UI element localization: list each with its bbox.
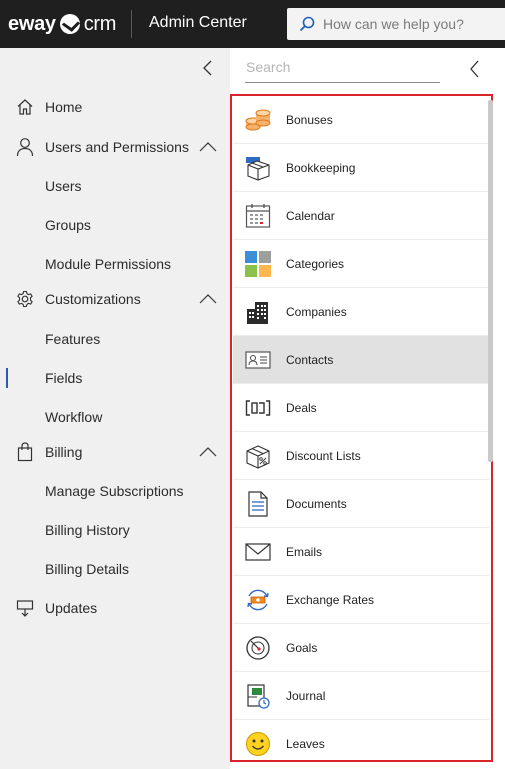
target-icon [246, 636, 270, 660]
help-search-input[interactable]: How can we help you? [287, 8, 505, 40]
building-icon [247, 302, 268, 324]
nav-item-billing[interactable]: Billing [0, 437, 230, 467]
list-item-label: Documents [286, 497, 347, 511]
nav-label-module-permissions: Module Permissions [45, 256, 172, 272]
list-item-label: Bookkeeping [286, 161, 356, 175]
left-navigation: Home Users and Permissions Users Groups … [0, 48, 230, 769]
help-search-placeholder: How can we help you? [323, 16, 464, 32]
list-item-label: Deals [286, 401, 317, 415]
list-item-deals[interactable]: Deals [233, 384, 489, 432]
list-item-emails[interactable]: Emails [233, 528, 489, 576]
document-icon [248, 491, 268, 517]
list-item-label: Leaves [286, 737, 325, 751]
nav-item-updates[interactable]: Updates [0, 593, 230, 623]
list-item-label: Categories [286, 257, 345, 271]
exchange-icon [247, 589, 269, 611]
nav-item-fields[interactable]: Fields [0, 363, 230, 393]
module-search-input[interactable]: Search [245, 56, 440, 83]
nav-label-billing-history: Billing History [45, 522, 130, 538]
box-icon [246, 157, 270, 181]
nav-item-home[interactable]: Home [0, 92, 230, 122]
nav-label-fields: Fields [45, 370, 83, 386]
top-bar: eway crm Admin Center How can we help yo… [0, 0, 505, 48]
list-item-label: Exchange Rates [286, 593, 375, 607]
collapse-nav-chevron-icon[interactable] [200, 60, 216, 76]
header-divider [131, 10, 132, 38]
chevron-up-icon[interactable] [199, 141, 217, 153]
nav-label-billing: Billing [45, 444, 83, 460]
list-item-bookkeeping[interactable]: Bookkeeping [233, 144, 489, 192]
list-item-companies[interactable]: Companies [233, 288, 489, 336]
calendar-icon [245, 204, 271, 228]
contact-card-icon [245, 351, 271, 369]
list-item-label: Discount Lists [286, 449, 361, 463]
list-item-contacts[interactable]: Contacts [233, 336, 489, 384]
nav-item-billing-history[interactable]: Billing History [0, 515, 230, 545]
smiley-icon [246, 732, 270, 756]
list-item-exchange-rates[interactable]: Exchange Rates [233, 576, 489, 624]
chevron-up-icon[interactable] [199, 293, 217, 305]
module-search-placeholder: Search [246, 59, 291, 75]
nav-item-users-and-permissions[interactable]: Users and Permissions [0, 132, 230, 162]
list-item-label: Bonuses [286, 113, 333, 127]
nav-label-groups: Groups [45, 217, 91, 233]
module-list: Bonuses Bookkeeping Calendar Categories … [230, 94, 493, 762]
nav-item-module-permissions[interactable]: Module Permissions [0, 249, 230, 279]
nav-label-users: Users [45, 178, 82, 194]
list-item-discount-lists[interactable]: Discount Lists [233, 432, 489, 480]
module-list-panel: Search Bonuses Bookkeeping Calendar Cate… [230, 48, 505, 769]
list-item-bonuses[interactable]: Bonuses [233, 96, 489, 144]
nav-label-home: Home [45, 99, 83, 115]
journal-icon [247, 684, 270, 709]
logo-check-icon [59, 14, 80, 34]
app-title: Admin Center [149, 14, 247, 31]
home-icon [15, 97, 35, 117]
nav-label-features: Features [45, 331, 101, 347]
search-icon [299, 16, 315, 32]
envelope-icon [245, 543, 271, 561]
deal-icon [245, 400, 271, 416]
collapse-list-chevron-icon[interactable] [467, 60, 483, 78]
list-item-label: Calendar [286, 209, 335, 223]
nav-label-customizations: Customizations [45, 291, 141, 307]
list-item-calendar[interactable]: Calendar [233, 192, 489, 240]
user-icon [15, 137, 35, 157]
shopping-bag-icon [15, 442, 35, 462]
list-item-label: Emails [286, 545, 323, 559]
nav-label-workflow: Workflow [45, 409, 103, 425]
eway-crm-logo[interactable]: eway crm [8, 12, 116, 36]
list-item-label: Goals [286, 641, 318, 655]
nav-item-billing-details[interactable]: Billing Details [0, 554, 230, 584]
list-item-documents[interactable]: Documents [233, 480, 489, 528]
nav-item-features[interactable]: Features [0, 324, 230, 354]
categories-icon [245, 251, 271, 277]
list-item-journal[interactable]: Journal [233, 672, 489, 720]
nav-label-billing-details: Billing Details [45, 561, 130, 577]
list-item-categories[interactable]: Categories [233, 240, 489, 288]
coins-icon [245, 109, 271, 131]
updates-icon [15, 598, 35, 618]
gear-icon [15, 289, 35, 309]
nav-item-groups[interactable]: Groups [0, 210, 230, 240]
list-item-goals[interactable]: Goals [233, 624, 489, 672]
nav-item-manage-subscriptions[interactable]: Manage Subscriptions [0, 476, 230, 506]
nav-label-updates: Updates [45, 600, 98, 616]
discount-box-icon [246, 445, 270, 469]
list-item-leaves[interactable]: Leaves [233, 720, 489, 760]
nav-label-users-and-permissions: Users and Permissions [45, 139, 189, 155]
logo-text-crm: crm [83, 12, 117, 35]
list-scrollbar[interactable] [488, 100, 493, 462]
nav-item-workflow[interactable]: Workflow [0, 402, 230, 432]
nav-item-users[interactable]: Users [0, 171, 230, 201]
logo-text-eway: eway [8, 12, 56, 35]
list-item-label: Journal [286, 689, 326, 703]
nav-item-customizations[interactable]: Customizations [0, 284, 230, 314]
list-item-label: Companies [286, 305, 347, 319]
chevron-up-icon[interactable] [199, 446, 217, 458]
nav-label-manage-subscriptions: Manage Subscriptions [45, 483, 184, 499]
list-item-label: Contacts [286, 353, 334, 367]
